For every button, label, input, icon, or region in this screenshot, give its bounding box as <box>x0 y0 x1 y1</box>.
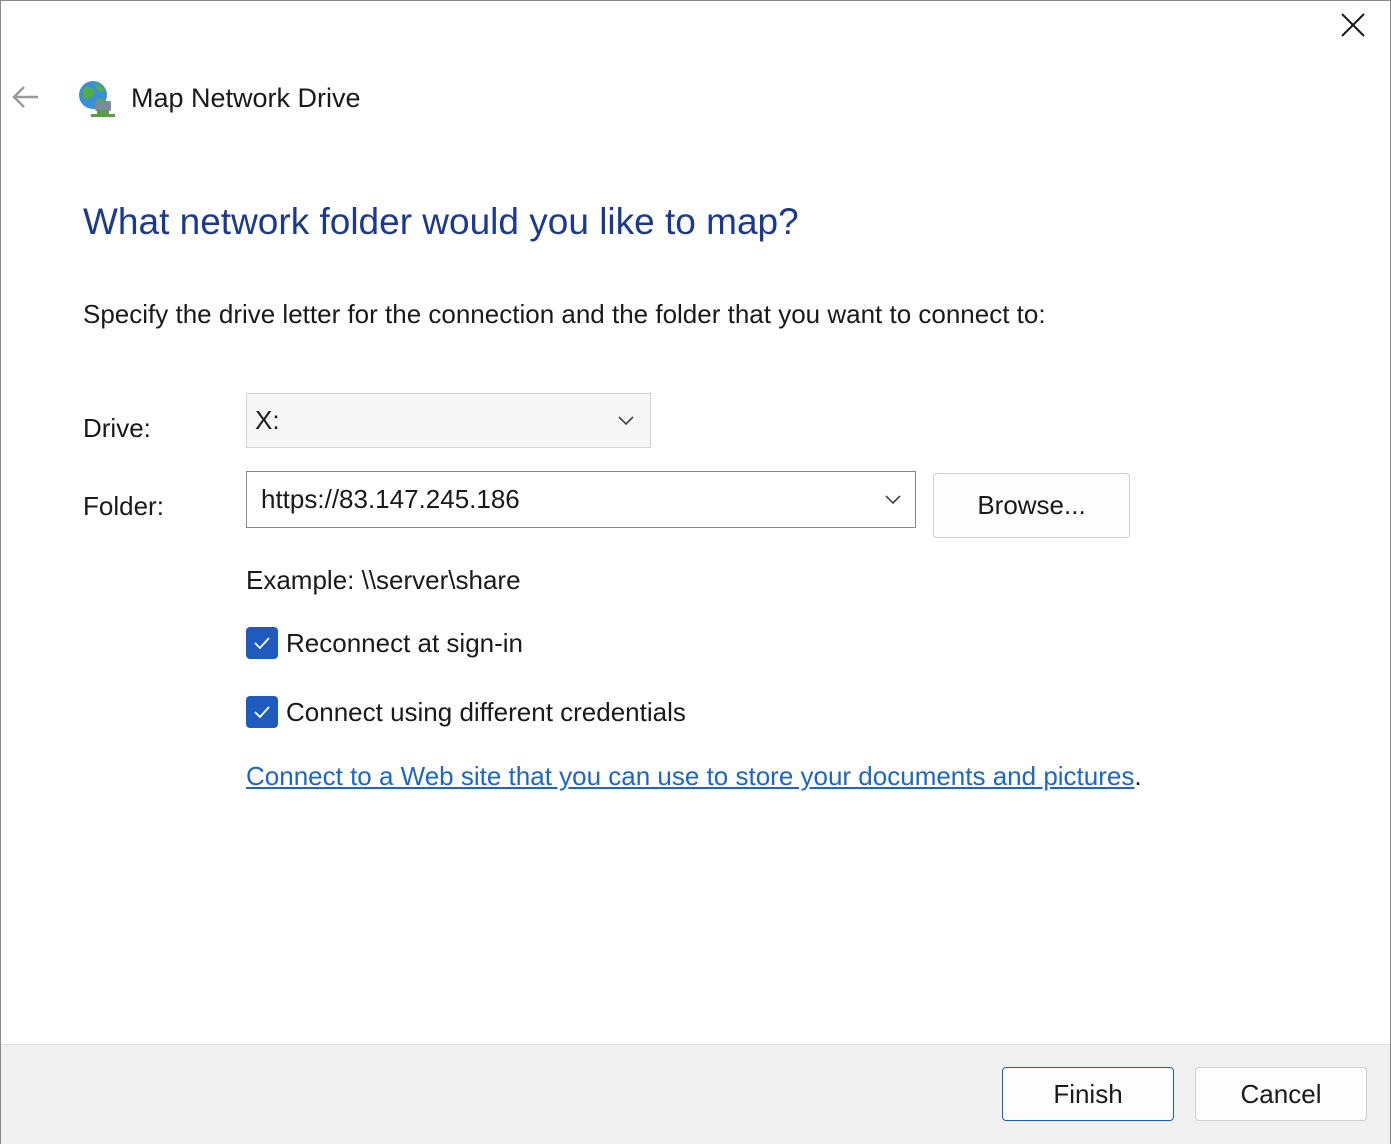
window-title: Map Network Drive <box>131 83 361 113</box>
folder-dropdown-button[interactable] <box>871 472 915 527</box>
dialog-footer: Finish Cancel <box>1 1044 1390 1144</box>
credentials-checkbox[interactable] <box>246 696 278 728</box>
cancel-button[interactable]: Cancel <box>1195 1067 1367 1121</box>
folder-input[interactable] <box>247 471 871 528</box>
drive-label: Drive: <box>83 413 151 443</box>
chevron-down-icon <box>885 494 901 504</box>
reconnect-checkbox-row[interactable]: Reconnect at sign-in <box>246 627 523 659</box>
folder-label: Folder: <box>83 491 164 521</box>
back-button[interactable] <box>7 79 43 115</box>
chevron-down-icon <box>616 415 636 427</box>
checkmark-icon <box>254 706 270 719</box>
folder-combobox <box>246 471 916 528</box>
checkmark-icon <box>254 637 270 650</box>
back-arrow-icon <box>12 86 38 108</box>
map-network-drive-dialog: Map Network Drive What network folder wo… <box>0 0 1391 1144</box>
close-icon <box>1341 13 1365 37</box>
web-site-link-line: Connect to a Web site that you can use t… <box>246 761 1142 792</box>
web-site-link[interactable]: Connect to a Web site that you can use t… <box>246 761 1134 791</box>
network-drive-icon <box>79 81 115 117</box>
credentials-checkbox-row[interactable]: Connect using different credentials <box>246 696 686 728</box>
link-suffix: . <box>1134 761 1142 791</box>
page-heading: What network folder would you like to ma… <box>83 201 799 242</box>
reconnect-label: Reconnect at sign-in <box>286 627 524 658</box>
drive-select-value: X: <box>255 405 280 435</box>
instructions-text: Specify the drive letter for the connect… <box>83 299 1046 329</box>
finish-button[interactable]: Finish <box>1002 1067 1174 1121</box>
example-text: Example: \\server\share <box>246 565 521 595</box>
reconnect-checkbox[interactable] <box>246 627 278 659</box>
close-button[interactable] <box>1330 7 1376 43</box>
browse-button[interactable]: Browse... <box>933 473 1130 538</box>
credentials-label: Connect using different credentials <box>286 696 686 727</box>
drive-select[interactable]: X: <box>246 393 651 448</box>
